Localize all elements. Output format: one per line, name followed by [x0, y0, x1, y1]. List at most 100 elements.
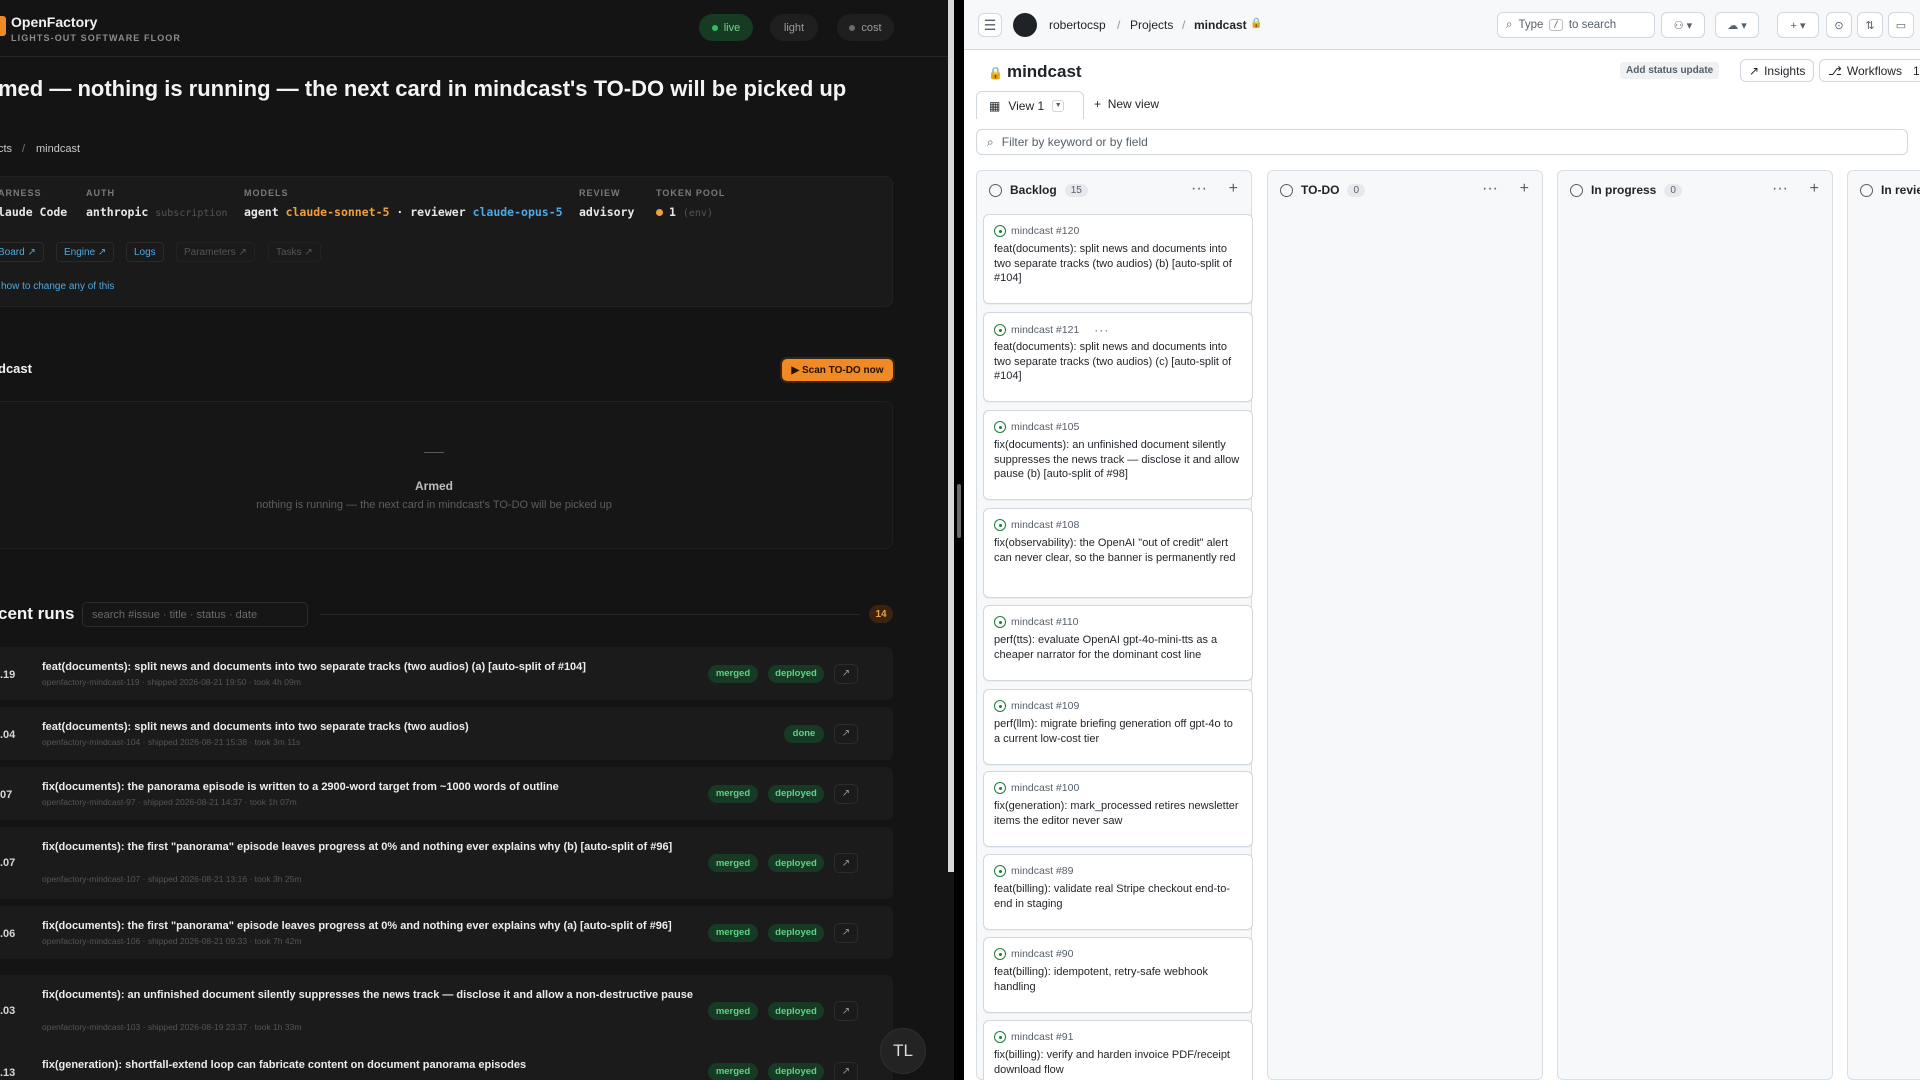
card-ref[interactable]: mindcast #91	[994, 1031, 1073, 1043]
board-card[interactable]: mindcast #91 fix(billing): verify and har…	[983, 1020, 1253, 1080]
workflows-button[interactable]: ⎇ Workflows 1	[1819, 59, 1920, 82]
card-title[interactable]: feat(billing): validate real Stripe chec…	[994, 882, 1242, 911]
open-issue-icon	[994, 519, 1006, 531]
cloud-icon[interactable]: ☁ ▾	[1715, 12, 1759, 38]
pull-requests-icon[interactable]: ⇅	[1857, 12, 1883, 38]
card-ref[interactable]: mindcast #108	[994, 519, 1079, 531]
board-card[interactable]: mindcast #120 feat(documents): split news…	[983, 214, 1253, 304]
add-item-icon[interactable]: +	[1810, 180, 1819, 198]
card-title[interactable]: fix(generation): mark_processed retires …	[994, 799, 1242, 828]
recent-runs-title: cent runs	[0, 604, 75, 623]
split-resize-handle[interactable]	[957, 484, 961, 538]
card-ref-text: mindcast #121	[1011, 324, 1080, 336]
open-run-arrow-icon[interactable]: ↗	[834, 1001, 858, 1021]
add-status-update-button[interactable]: Add status update	[1620, 62, 1720, 79]
card-title[interactable]: fix(billing): verify and harden invoice …	[994, 1048, 1242, 1077]
runs-search-input[interactable]: search #issue · title · status · date	[82, 602, 308, 627]
column-in-review: In revie	[1847, 170, 1920, 1080]
board-card[interactable]: mindcast #109 perf(llm): migrate briefing…	[983, 689, 1253, 765]
card-title[interactable]: feat(billing): idempotent, retry-safe we…	[994, 965, 1242, 994]
run-row[interactable]: 07 fix(documents): the panorama episode i…	[0, 767, 893, 820]
board-link-button[interactable]: Board ↗	[0, 242, 44, 262]
card-title[interactable]: perf(llm): migrate briefing generation o…	[994, 717, 1242, 746]
parameters-link-button[interactable]: Parameters ↗	[176, 242, 255, 262]
add-item-icon[interactable]: +	[1229, 180, 1238, 198]
run-row[interactable]: .03 fix(documents): an unfinished documen…	[0, 975, 893, 1047]
card-ref[interactable]: mindcast #121 ···	[994, 323, 1109, 337]
add-item-icon[interactable]: +	[1520, 180, 1529, 198]
copilot-icon[interactable]: ⚇ ▾	[1661, 12, 1705, 38]
card-title[interactable]: feat(documents): split news and document…	[994, 340, 1242, 384]
run-row[interactable]: .13 fix(generation): shortfall-extend loo…	[0, 1045, 893, 1080]
card-ref[interactable]: mindcast #109	[994, 700, 1079, 712]
card-ref[interactable]: mindcast #100	[994, 782, 1079, 794]
run-row[interactable]: .04 feat(documents): split news and docum…	[0, 707, 893, 760]
filter-input[interactable]: ⌕ Filter by keyword or by field	[976, 129, 1908, 155]
card-ref-text: mindcast #108	[1011, 519, 1080, 531]
card-ref[interactable]: mindcast #90	[994, 948, 1073, 960]
cost-toggle[interactable]: cost	[837, 14, 894, 41]
github-header: ☰ robertocsp / Projects / mindcast 🔒 ⌕ Ty…	[964, 0, 1920, 50]
how-to-change-link[interactable]: how to change any of this	[1, 281, 114, 292]
card-menu-icon[interactable]: ···	[1094, 323, 1109, 337]
create-new-icon[interactable]: + ▾	[1777, 12, 1819, 38]
column-menu-icon[interactable]: ···	[1191, 180, 1207, 198]
run-row[interactable]: .06 fix(documents): the first "panorama" …	[0, 906, 893, 959]
light-label: light	[783, 21, 805, 34]
column-menu-icon[interactable]: ···	[1772, 180, 1788, 198]
status-badge-merged: merged	[708, 923, 758, 942]
run-meta: openfactory-mindcast-104 · shipped 2026-…	[42, 737, 301, 747]
run-title: feat(documents): split news and document…	[42, 721, 469, 733]
board-card[interactable]: mindcast #105 fix(documents): an unfinish…	[983, 410, 1253, 500]
open-run-arrow-icon[interactable]: ↗	[834, 663, 858, 684]
chevron-down-icon[interactable]: ▼	[1052, 99, 1065, 112]
card-ref[interactable]: mindcast #120	[994, 225, 1079, 237]
card-ref[interactable]: mindcast #89	[994, 865, 1073, 877]
board-card[interactable]: mindcast #110 perf(tts): evaluate OpenAI …	[983, 605, 1253, 681]
workflows-count: 1	[1912, 63, 1920, 78]
open-run-arrow-icon[interactable]: ↗	[834, 723, 858, 744]
card-title[interactable]: fix(observability): the OpenAI "out of c…	[994, 536, 1242, 565]
insights-button[interactable]: ↗ Insights	[1740, 59, 1815, 82]
open-issue-icon	[994, 700, 1006, 712]
open-run-arrow-icon[interactable]: ↗	[834, 1061, 858, 1080]
github-logo-icon[interactable]	[1013, 13, 1037, 37]
light-toggle[interactable]: light	[770, 14, 818, 41]
card-title[interactable]: perf(tts): evaluate OpenAI gpt-4o-mini-t…	[994, 633, 1242, 662]
card-ref[interactable]: mindcast #105	[994, 421, 1079, 433]
tl-avatar-button[interactable]: TL	[880, 1028, 926, 1074]
open-run-arrow-icon[interactable]: ↗	[834, 922, 858, 943]
card-ref[interactable]: mindcast #110	[994, 616, 1079, 628]
live-toggle[interactable]: live	[699, 14, 753, 41]
board-card[interactable]: mindcast #90 feat(billing): idempotent, r…	[983, 937, 1253, 1013]
logs-button[interactable]: Logs	[126, 242, 164, 262]
scan-todo-button[interactable]: ▶ Scan TO-DO now	[782, 359, 893, 381]
menu-icon[interactable]: ☰	[978, 13, 1002, 37]
run-number: .04	[0, 729, 16, 741]
board-card[interactable]: mindcast #108 fix(observability): the Ope…	[983, 508, 1253, 598]
column-menu-icon[interactable]: ···	[1482, 180, 1498, 198]
repo-link[interactable]: mindcast	[1194, 18, 1247, 32]
tasks-link-button[interactable]: Tasks ↗	[268, 242, 321, 262]
new-view-button[interactable]: + New view	[1094, 97, 1159, 111]
run-row[interactable]: .19 feat(documents): split news and docum…	[0, 647, 893, 700]
board-card[interactable]: mindcast #100 fix(generation): mark_proce…	[983, 771, 1253, 847]
github-search-input[interactable]: ⌕ Type / to search	[1497, 12, 1655, 38]
open-run-arrow-icon[interactable]: ↗	[834, 853, 858, 873]
armed-dash	[424, 452, 444, 453]
issues-icon[interactable]: ⊙	[1826, 12, 1852, 38]
models-setting: MODELS agent claude-sonnet-5 · reviewer …	[244, 188, 563, 221]
inbox-icon[interactable]: ▭	[1888, 12, 1914, 38]
board-card[interactable]: mindcast #121 ··· feat(documents): split n…	[983, 312, 1253, 402]
owner-link[interactable]: robertocsp	[1049, 18, 1106, 32]
card-title[interactable]: fix(documents): an unfinished document s…	[994, 438, 1242, 482]
open-run-arrow-icon[interactable]: ↗	[834, 783, 858, 804]
breadcrumb-parent[interactable]: cts	[0, 143, 12, 155]
brand-tagline: LIGHTS-OUT SOFTWARE FLOOR	[11, 33, 181, 43]
board-card[interactable]: mindcast #89 feat(billing): validate real…	[983, 854, 1253, 930]
run-row[interactable]: .07 fix(documents): the first "panorama" …	[0, 827, 893, 899]
tab-view-1[interactable]: ▦ View 1 ▼	[976, 91, 1084, 119]
card-title[interactable]: feat(documents): split news and document…	[994, 242, 1242, 286]
engine-link-button[interactable]: Engine ↗	[56, 242, 115, 262]
projects-link[interactable]: Projects	[1130, 18, 1173, 32]
